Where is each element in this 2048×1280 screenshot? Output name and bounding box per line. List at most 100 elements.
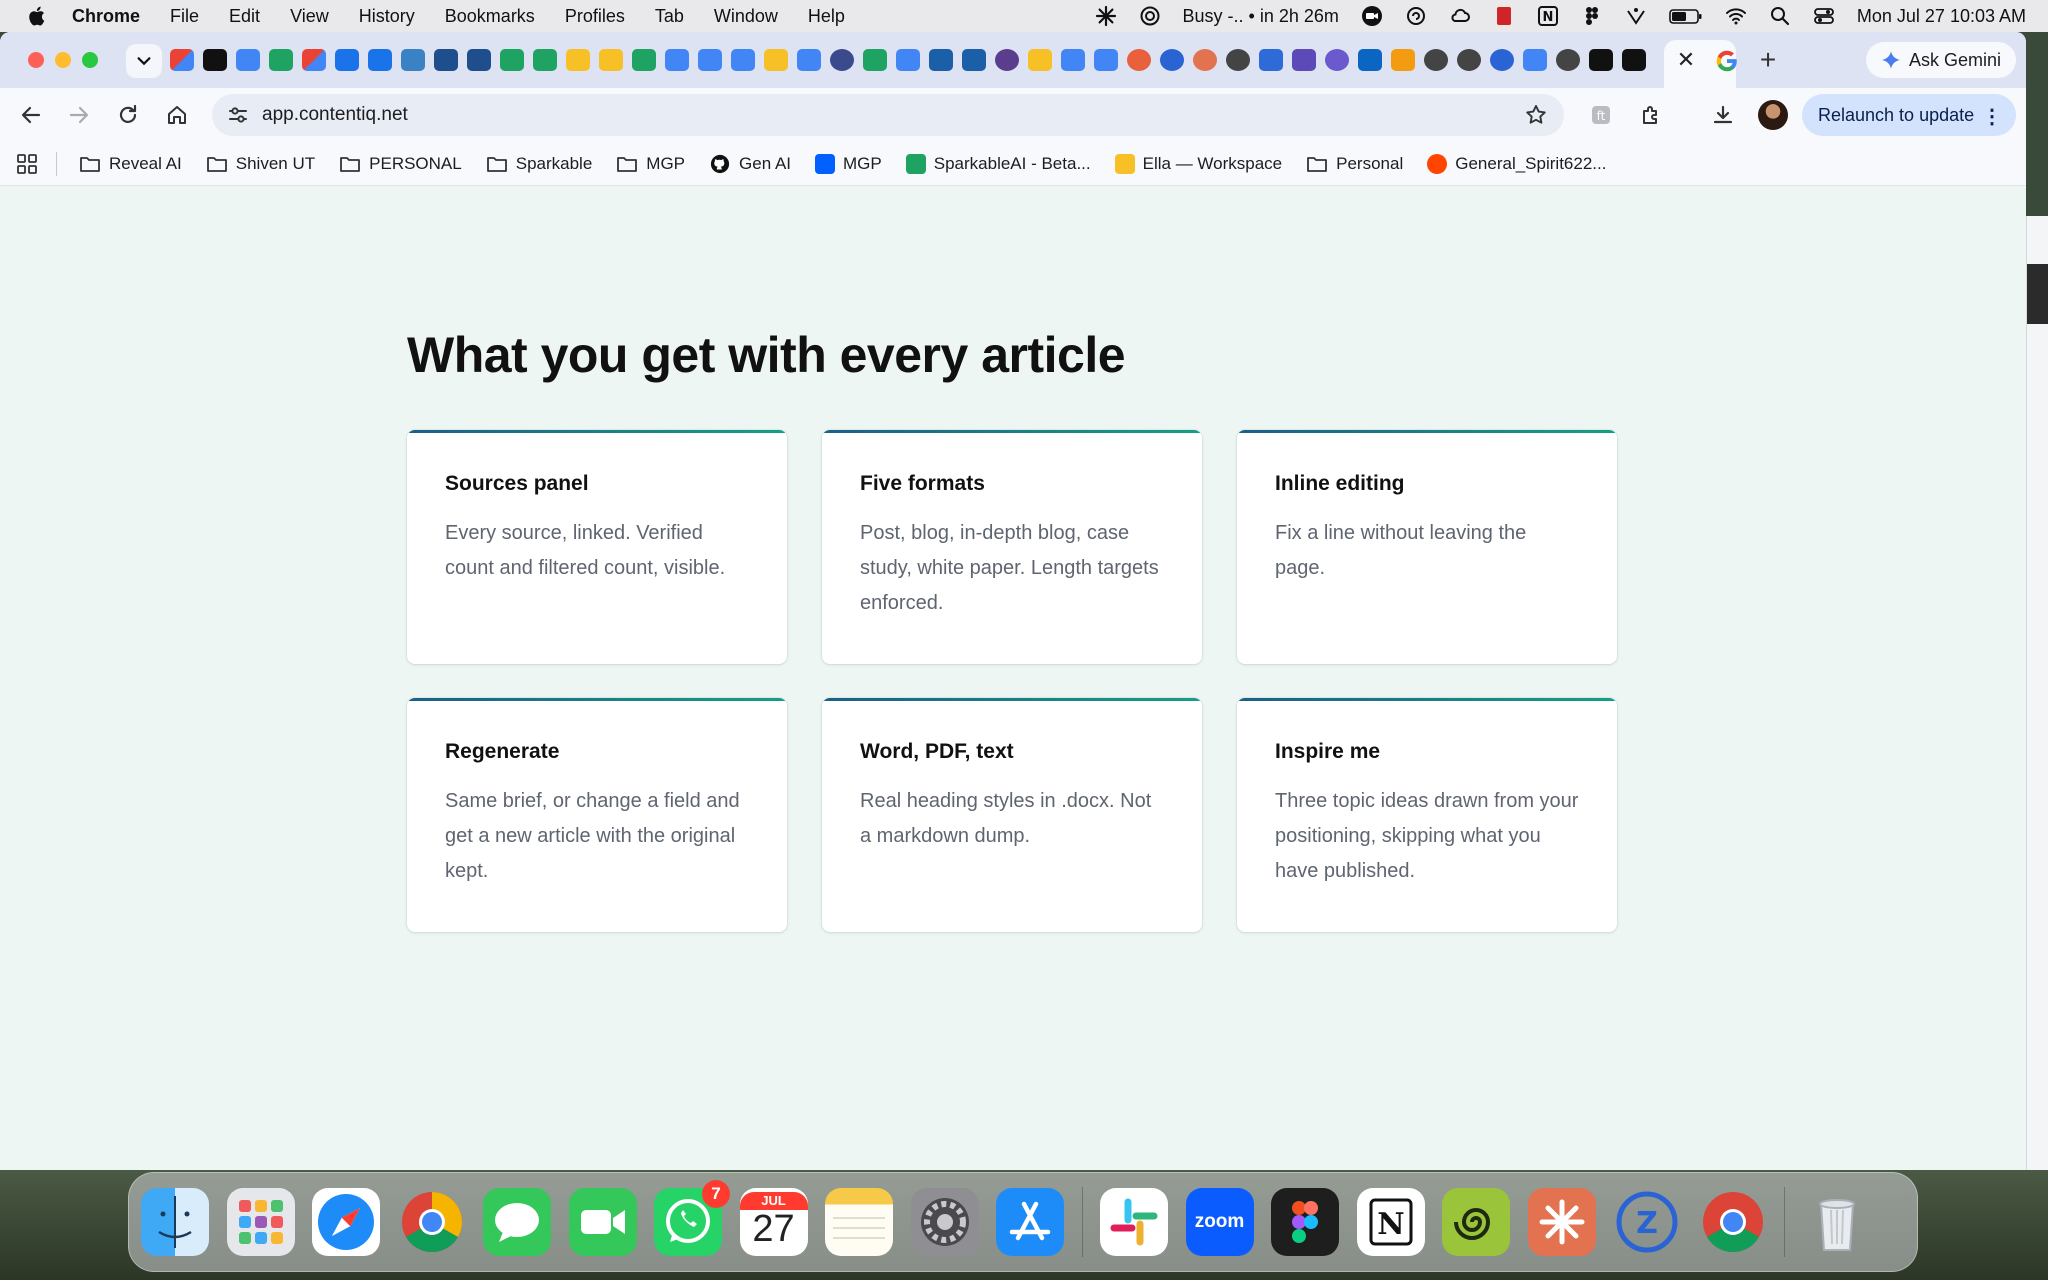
tab-sheets-5[interactable] xyxy=(863,49,887,71)
red-app-icon[interactable] xyxy=(1493,5,1515,27)
dock-zoom[interactable]: zoom xyxy=(1185,1188,1254,1256)
tab-calendar[interactable] xyxy=(236,49,260,71)
battery-icon[interactable] xyxy=(1669,5,1703,27)
bookmark-reveal-ai[interactable]: Reveal AI xyxy=(79,154,182,174)
menu-chrome[interactable]: Chrome xyxy=(72,6,140,27)
radar-status-icon[interactable] xyxy=(1625,5,1647,27)
tab-ai[interactable] xyxy=(566,49,590,71)
dock-messages[interactable] xyxy=(483,1188,551,1256)
bookmark-gen-ai[interactable]: Gen AI xyxy=(709,154,791,174)
tab-app[interactable] xyxy=(401,49,425,71)
dock-figma[interactable] xyxy=(1271,1188,1339,1256)
tab-linkedin[interactable] xyxy=(1358,49,1382,71)
apps-grid-icon[interactable] xyxy=(16,153,38,175)
menu-file[interactable]: File xyxy=(170,6,199,27)
tab-r[interactable] xyxy=(1622,49,1646,71)
tab-vo[interactable] xyxy=(1589,49,1613,71)
site-settings-icon[interactable] xyxy=(226,103,250,127)
tab-orange[interactable] xyxy=(1127,49,1151,71)
bookmark-reddit[interactable]: General_Spirit622... xyxy=(1427,153,1606,174)
tab-gmail[interactable] xyxy=(170,49,194,71)
tab-openai-4[interactable] xyxy=(1556,49,1580,71)
dock-slack[interactable] xyxy=(1100,1188,1168,1256)
bookmark-sparkable[interactable]: Sparkable xyxy=(486,154,592,174)
tab-seo[interactable] xyxy=(830,49,854,71)
tab-v-2[interactable] xyxy=(368,49,392,71)
tab-docs-4[interactable] xyxy=(797,49,821,71)
tab-openai[interactable] xyxy=(1226,49,1250,71)
dock-system-settings[interactable] xyxy=(910,1188,979,1256)
apple-icon[interactable] xyxy=(26,5,46,27)
dock-safari[interactable] xyxy=(312,1188,380,1256)
cloud-status-icon[interactable] xyxy=(1449,5,1471,27)
dock-facetime[interactable] xyxy=(568,1188,637,1256)
tab-docs-2[interactable] xyxy=(698,49,722,71)
reload-button[interactable] xyxy=(113,100,143,130)
new-tab-button[interactable]: + xyxy=(1752,44,1784,76)
tab-openai-2[interactable] xyxy=(1424,49,1448,71)
tab-search-button[interactable] xyxy=(126,44,162,78)
clock[interactable]: Mon Jul 27 10:03 AM xyxy=(1857,6,2026,27)
dock-notion[interactable]: N xyxy=(1356,1188,1425,1256)
back-button[interactable] xyxy=(16,100,46,130)
tab-stripes[interactable] xyxy=(434,49,458,71)
bookmark-star-icon[interactable] xyxy=(1524,103,1548,127)
tab-gear[interactable] xyxy=(1325,49,1349,71)
dock-finder[interactable] xyxy=(141,1188,209,1256)
tab-slides[interactable] xyxy=(599,49,623,71)
dock-spiral-app[interactable] xyxy=(1442,1188,1510,1256)
dock-trash[interactable] xyxy=(1803,1188,1871,1256)
menu-edit[interactable]: Edit xyxy=(229,6,260,27)
tab-analytics[interactable] xyxy=(1391,49,1415,71)
tab-docs-6[interactable] xyxy=(1061,49,1085,71)
busy-status-text[interactable]: Busy -.. • in 2h 26m xyxy=(1183,6,1339,27)
tab-zoho-2[interactable] xyxy=(1490,49,1514,71)
tab-gmail-2[interactable] xyxy=(302,49,326,71)
notion-status-icon[interactable]: N xyxy=(1537,5,1559,27)
tab-h[interactable] xyxy=(1292,49,1316,71)
ask-gemini-button[interactable]: Ask Gemini xyxy=(1866,42,2016,78)
relaunch-to-update-button[interactable]: Relaunch to update ⋮ xyxy=(1802,94,2016,136)
bookmark-shiven-ut[interactable]: Shiven UT xyxy=(206,154,315,174)
dock-zoho[interactable]: Z xyxy=(1613,1188,1681,1256)
close-window-button[interactable] xyxy=(28,52,44,68)
bookmark-mgp-dropbox[interactable]: MGP xyxy=(815,153,882,174)
menu-profiles[interactable]: Profiles xyxy=(565,6,625,27)
tab-slides-2[interactable] xyxy=(764,49,788,71)
close-tab-icon[interactable]: ✕ xyxy=(1672,46,1700,74)
tab-docs-7[interactable] xyxy=(1094,49,1118,71)
profile-avatar[interactable] xyxy=(1758,100,1788,130)
dock-whatsapp[interactable]: 7 xyxy=(654,1180,730,1256)
home-button[interactable] xyxy=(162,100,192,130)
menu-help[interactable]: Help xyxy=(808,6,845,27)
menu-tab[interactable]: Tab xyxy=(655,6,684,27)
google-tab-icon[interactable] xyxy=(1714,48,1740,74)
tab-stripes-2[interactable] xyxy=(467,49,491,71)
tab-docs-3[interactable] xyxy=(731,49,755,71)
tab-pp[interactable] xyxy=(203,49,227,71)
spotlight-search-icon[interactable] xyxy=(1769,5,1791,27)
bookmark-sparkableai-beta[interactable]: SparkableAI - Beta... xyxy=(905,153,1091,174)
bookmark-personal[interactable]: Personal xyxy=(1306,154,1403,174)
tab-v[interactable] xyxy=(335,49,359,71)
menu-window[interactable]: Window xyxy=(714,6,778,27)
dock-notes[interactable] xyxy=(825,1188,893,1256)
tab-sheets-4[interactable] xyxy=(632,49,656,71)
tab-video-2[interactable] xyxy=(962,49,986,71)
tab-gs[interactable] xyxy=(1259,49,1283,71)
figma-status-icon[interactable] xyxy=(1581,5,1603,27)
fullscreen-window-button[interactable] xyxy=(82,52,98,68)
bookmark-personal-folder[interactable]: PERSONAL xyxy=(339,154,462,174)
tab-video[interactable] xyxy=(929,49,953,71)
sync-status-icon[interactable] xyxy=(1405,5,1427,27)
tab-sheets-2[interactable] xyxy=(500,49,524,71)
tab-ai-2[interactable] xyxy=(995,49,1019,71)
extension-icon[interactable]: ft xyxy=(1588,102,1614,128)
tab-claude[interactable] xyxy=(1193,49,1217,71)
background-window-edge[interactable] xyxy=(2026,216,2048,1170)
tab-docs-5[interactable] xyxy=(896,49,920,71)
dock-launchpad[interactable] xyxy=(226,1188,295,1256)
more-vertical-icon[interactable]: ⋮ xyxy=(1982,104,2002,129)
zoom-status-icon[interactable] xyxy=(1361,5,1383,27)
tab-zoho[interactable] xyxy=(1160,49,1184,71)
